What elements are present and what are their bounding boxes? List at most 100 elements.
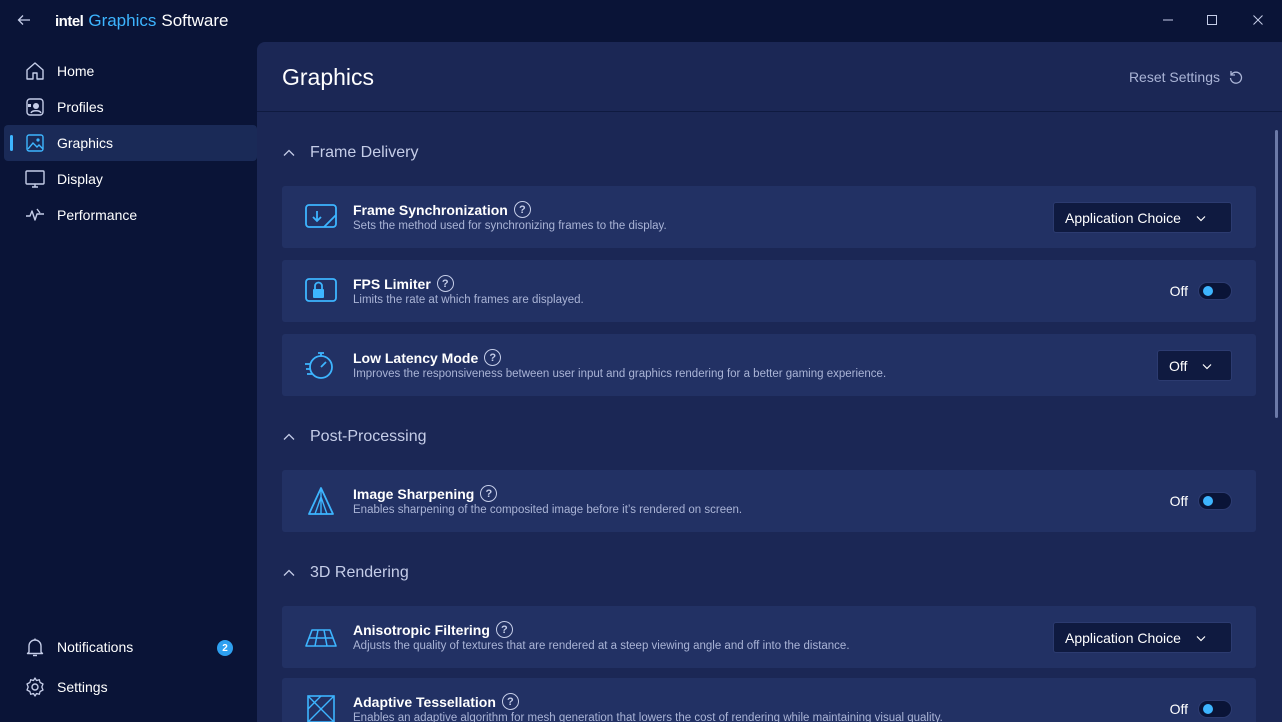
help-icon[interactable]: ? [484, 349, 502, 366]
setting-frame-synchronization: Frame Synchronization ? Sets the method … [282, 186, 1256, 248]
dropdown-value: Application Choice [1065, 209, 1181, 226]
section-post-processing[interactable]: Post-Processing [282, 428, 427, 446]
setting-title-text: Image Sharpening [353, 485, 475, 502]
adaptive-tessellation-toggle[interactable] [1198, 700, 1232, 718]
sidebar-item-home[interactable]: Home [4, 53, 257, 89]
setting-adaptive-tessellation: Adaptive Tessellation ? Enables an adapt… [282, 678, 1256, 722]
toggle-knob [1203, 286, 1213, 296]
gear-icon [26, 677, 44, 697]
setting-title-text: Adaptive Tessellation [353, 693, 496, 710]
setting-anisotropic-filtering: Anisotropic Filtering ? Adjusts the qual… [282, 606, 1256, 668]
sidebar-item-display[interactable]: Display [4, 161, 257, 197]
notification-badge: 2 [217, 640, 233, 656]
close-icon [1253, 15, 1263, 25]
sidebar-item-label: Graphics [57, 135, 114, 151]
reset-icon [1229, 71, 1243, 84]
chevron-up-icon [283, 149, 295, 156]
image-sharpening-toggle[interactable] [1198, 492, 1232, 510]
setting-fps-limiter: FPS Limiter ? Limits the rate at which f… [282, 260, 1256, 322]
section-frame-delivery[interactable]: Frame Delivery [282, 144, 418, 162]
sidebar-item-settings[interactable]: Settings [4, 669, 257, 705]
reset-settings-button[interactable]: Reset Settings [1129, 69, 1244, 85]
dropdown-value: Application Choice [1065, 629, 1181, 646]
active-indicator [10, 135, 13, 151]
performance-icon [26, 208, 44, 221]
chevron-up-icon [283, 569, 295, 576]
section-title: 3D Rendering [310, 564, 409, 581]
chevron-down-icon [1202, 363, 1212, 369]
scrollbar-thumb[interactable] [1275, 130, 1278, 418]
app-title-product: Graphics [88, 11, 157, 30]
low-latency-dropdown[interactable]: Off [1157, 350, 1232, 381]
setting-title-text: Anisotropic Filtering [353, 621, 490, 638]
sidebar-item-label: Home [57, 63, 95, 79]
graphics-icon [26, 134, 44, 152]
setting-title: Image Sharpening ? [353, 485, 498, 502]
fps-limiter-icon [305, 278, 337, 302]
fps-limiter-toggle-group: Off [1170, 282, 1232, 300]
app-title: intel Graphics Software [55, 11, 228, 31]
help-icon[interactable]: ? [513, 201, 531, 218]
setting-description: Sets the method used for synchronizing f… [353, 220, 667, 232]
section-title: Post-Processing [310, 428, 427, 445]
fps-limiter-toggle[interactable] [1198, 282, 1232, 300]
setting-title: FPS Limiter ? [353, 275, 454, 292]
sharpening-icon [308, 487, 334, 515]
chevron-down-icon [1196, 215, 1206, 221]
dropdown-value: Off [1169, 357, 1188, 374]
toggle-knob [1203, 704, 1213, 714]
setting-title: Adaptive Tessellation ? [353, 693, 519, 710]
sidebar-item-graphics[interactable]: Graphics [4, 125, 257, 161]
image-sharpening-toggle-group: Off [1170, 492, 1232, 510]
back-arrow-icon [17, 15, 30, 25]
frame-sync-icon [305, 204, 337, 228]
back-button[interactable] [14, 10, 34, 30]
help-icon[interactable]: ? [480, 485, 498, 502]
setting-title: Frame Synchronization ? [353, 201, 531, 218]
page-header: Graphics Reset Settings [257, 42, 1282, 112]
minimize-button[interactable] [1158, 10, 1178, 30]
setting-description: Limits the rate at which frames are disp… [353, 294, 584, 306]
bell-icon [26, 638, 44, 657]
app-title-suffix: Software [161, 11, 229, 30]
help-icon[interactable]: ? [495, 621, 513, 638]
sidebar-item-label: Notifications [57, 639, 134, 655]
close-button[interactable] [1248, 10, 1268, 30]
frame-sync-dropdown[interactable]: Application Choice [1053, 202, 1232, 233]
help-icon[interactable]: ? [501, 693, 519, 710]
setting-description: Enables sharpening of the composited ima… [353, 504, 743, 516]
display-icon [25, 170, 45, 188]
section-3d-rendering[interactable]: 3D Rendering [282, 564, 409, 582]
tessellation-icon [307, 695, 335, 722]
profiles-icon [26, 98, 44, 116]
setting-title-text: Low Latency Mode [353, 349, 479, 366]
sidebar-item-performance[interactable]: Performance [4, 197, 257, 233]
toggle-knob [1203, 496, 1213, 506]
main-panel: Graphics Reset Settings Frame Delivery F… [257, 42, 1282, 722]
reset-settings-label: Reset Settings [1128, 69, 1220, 85]
maximize-icon [1207, 15, 1217, 25]
setting-description: Improves the responsiveness between user… [353, 368, 887, 380]
setting-description: Adjusts the quality of textures that are… [353, 640, 850, 652]
sidebar-item-label: Settings [57, 679, 108, 695]
setting-description: Enables an adaptive algorithm for mesh g… [353, 712, 943, 722]
help-icon[interactable]: ? [436, 275, 454, 292]
sidebar-item-notifications[interactable]: Notifications 2 [4, 629, 257, 665]
stopwatch-icon [305, 352, 333, 379]
section-title: Frame Delivery [310, 144, 419, 161]
sidebar: Home Profiles Graphics Display Performan… [0, 42, 257, 722]
intel-logo: intel [55, 13, 84, 30]
chevron-up-icon [283, 433, 295, 440]
setting-low-latency-mode: Low Latency Mode ? Improves the responsi… [282, 334, 1256, 396]
anisotropic-dropdown[interactable]: Application Choice [1053, 622, 1232, 653]
adaptive-tessellation-toggle-group: Off [1170, 700, 1232, 718]
setting-title-text: Frame Synchronization [353, 201, 508, 218]
sidebar-item-profiles[interactable]: Profiles [4, 89, 257, 125]
title-bar: intel Graphics Software [0, 0, 1282, 42]
setting-title: Anisotropic Filtering ? [353, 621, 513, 638]
maximize-button[interactable] [1202, 10, 1222, 30]
toggle-state-label: Off [1169, 493, 1188, 509]
setting-title-text: FPS Limiter [353, 275, 431, 292]
sidebar-item-label: Profiles [57, 99, 104, 115]
home-icon [26, 62, 44, 80]
